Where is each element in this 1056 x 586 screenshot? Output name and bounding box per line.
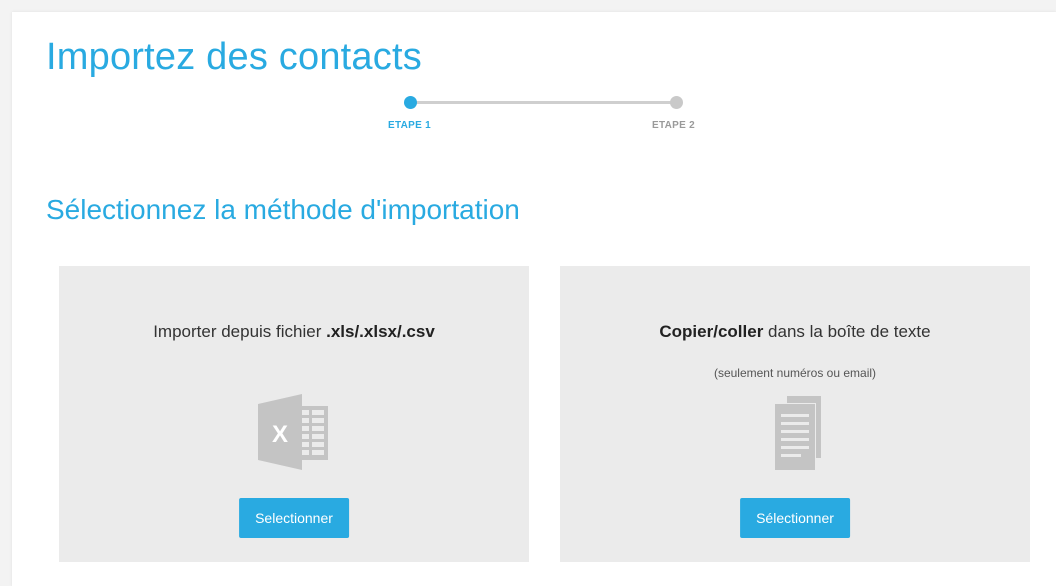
import-stepper: ETAPE 1 ETAPE 2	[382, 96, 712, 136]
text-documents-icon	[753, 392, 837, 477]
file-import-title: Importer depuis fichier .xls/.xlsx/.csv	[59, 322, 529, 342]
section-title: Sélectionnez la méthode d'importation	[46, 194, 520, 225]
paste-import-title-bold: Copier/coller	[659, 322, 764, 341]
import-contacts-page: Importez des contacts ETAPE 1 ETAPE 2 Sé…	[12, 12, 1056, 586]
file-import-card: Importer depuis fichier .xls/.xlsx/.csv …	[59, 266, 529, 562]
excel-file-icon: X	[252, 392, 336, 477]
svg-text:X: X	[272, 421, 288, 448]
page-title: Importez des contacts	[46, 36, 422, 78]
select-paste-button[interactable]: Sélectionner	[740, 498, 850, 538]
select-file-button[interactable]: Selectionner	[239, 498, 349, 538]
paste-import-card: Copier/coller dans la boîte de texte (se…	[560, 266, 1030, 562]
step-1-dot	[404, 96, 417, 109]
step-1-label: ETAPE 1	[388, 120, 432, 131]
paste-import-title: Copier/coller dans la boîte de texte	[560, 322, 1030, 342]
file-import-title-prefix: Importer depuis fichier	[153, 322, 327, 341]
file-import-formats: .xls/.xlsx/.csv	[326, 322, 435, 341]
paste-import-subtitle: (seulement numéros ou email)	[713, 366, 877, 380]
step-2-dot	[670, 96, 683, 109]
paste-import-title-suffix: dans la boîte de texte	[763, 322, 931, 341]
step-2-label: ETAPE 2	[652, 120, 696, 131]
stepper-progress-line	[410, 101, 678, 104]
